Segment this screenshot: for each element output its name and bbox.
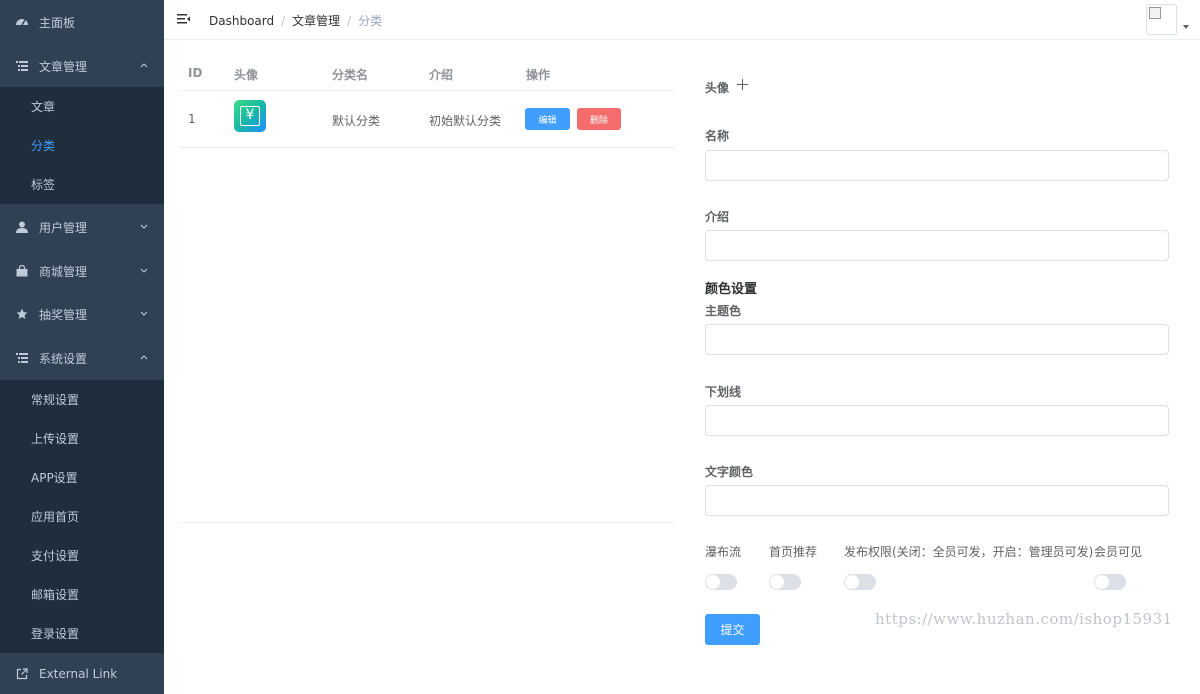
column-header-actions: 操作 [526,68,551,82]
external-link-icon [15,667,29,681]
sidebar-item-external-link[interactable]: External Link [0,653,164,694]
table-bottom-border [179,522,675,523]
text-color-input[interactable] [705,485,1169,516]
user-icon [15,220,29,234]
chevron-up-icon [140,355,148,360]
caret-down-icon[interactable] [1183,25,1189,29]
chevron-down-icon [140,268,148,273]
text-color-label: 文字颜色 [705,465,754,479]
name-label: 名称 [705,129,730,143]
publish-permission-switch[interactable] [844,574,876,590]
chevron-up-icon [140,63,148,68]
sidebar-subitem-payment[interactable]: 支付设置 [0,536,164,575]
home-recommend-switch[interactable] [769,574,801,590]
column-header-intro: 介绍 [429,68,454,82]
column-header-id: ID [188,66,203,80]
sidebar-subitem-app[interactable]: APP设置 [0,458,164,497]
sidebar-item-label: 系统设置 [39,351,88,366]
sidebar-item-label: External Link [39,666,118,681]
member-visible-label: 会员可见 [1094,545,1143,559]
sidebar-item-dashboard[interactable]: 主面板 [0,0,164,44]
sidebar-subitem-articles[interactable]: 文章 [0,87,164,126]
sidebar-subitem-homepage[interactable]: 应用首页 [0,497,164,536]
table-row: 1 ¥ 默认分类 初始默认分类 编辑 删除 [179,91,675,148]
breadcrumb-articles[interactable]: 文章管理 [292,12,340,29]
home-recommend-label: 首页推荐 [769,545,818,559]
column-header-name: 分类名 [332,68,369,82]
intro-input[interactable] [705,230,1169,261]
sidebar: 主面板 文章管理 文章 分类 标签 用户管理 商城管理 抽奖管理 系统设置 常规… [0,0,164,694]
hamburger-icon[interactable] [177,12,191,26]
theme-color-label: 主题色 [705,304,742,318]
member-visible-switch[interactable] [1094,574,1126,590]
sidebar-subitem-categories[interactable]: 分类 [0,126,164,165]
edit-button[interactable]: 编辑 [525,108,570,130]
waterfall-label: 瀑布流 [705,545,742,559]
avatar-label: 头像 [705,81,730,95]
avatar[interactable] [1146,4,1177,35]
star-icon [15,307,29,321]
cell-name: 默认分类 [332,114,381,128]
color-settings-heading: 颜色设置 [705,282,758,297]
sidebar-item-lottery[interactable]: 抽奖管理 [0,292,164,336]
sidebar-item-users[interactable]: 用户管理 [0,205,164,249]
dashboard-icon [15,15,29,29]
sidebar-item-label: 文章管理 [39,59,88,74]
breadcrumb: Dashboard / 文章管理 / 分类 [209,12,382,29]
list-icon [15,351,29,365]
column-header-avatar: 头像 [234,68,259,82]
breadcrumb-separator: / [281,13,286,28]
underline-input[interactable] [705,405,1169,436]
sidebar-item-label: 商城管理 [39,264,88,279]
yen-icon: ¥ [240,106,260,126]
breadcrumb-dashboard[interactable]: Dashboard [209,14,274,28]
publish-permission-label: 发布权限(关闭：全员可发，开启：管理员可发) [844,545,1094,559]
sidebar-subitem-tags[interactable]: 标签 [0,165,164,204]
top-navbar: Dashboard / 文章管理 / 分类 [164,0,1200,40]
list-icon [15,59,29,73]
sidebar-subitem-general[interactable]: 常规设置 [0,380,164,419]
submit-button[interactable]: 提交 [705,614,760,645]
cell-id: 1 [188,112,196,126]
intro-label: 介绍 [705,210,730,224]
broken-image-icon [1149,7,1161,19]
sidebar-subitem-upload[interactable]: 上传设置 [0,419,164,458]
breadcrumb-separator: / [347,13,352,28]
sidebar-subitem-email[interactable]: 邮箱设置 [0,575,164,614]
theme-color-input[interactable] [705,324,1169,355]
sidebar-item-label: 抽奖管理 [39,307,88,322]
chevron-down-icon [140,311,148,316]
sidebar-item-articles[interactable]: 文章管理 [0,44,164,88]
breadcrumb-current: 分类 [358,14,383,28]
shopping-bag-icon [15,264,29,278]
chevron-down-icon [140,224,148,229]
plus-icon[interactable] [737,79,749,91]
table-header: ID 头像 分类名 介绍 操作 [179,55,675,91]
underline-label: 下划线 [705,385,742,399]
watermark-text: https://www.huzhan.com/ishop15931 [875,610,1173,628]
sidebar-item-shop[interactable]: 商城管理 [0,249,164,293]
name-input[interactable] [705,150,1169,181]
delete-button[interactable]: 删除 [577,108,621,130]
sidebar-item-label: 用户管理 [39,220,88,235]
category-avatar-image: ¥ [234,100,266,132]
sidebar-item-label: 主面板 [39,15,76,30]
waterfall-switch[interactable] [705,574,737,590]
sidebar-item-system[interactable]: 系统设置 [0,336,164,380]
sidebar-subitem-login[interactable]: 登录设置 [0,614,164,653]
cell-intro: 初始默认分类 [429,114,502,128]
